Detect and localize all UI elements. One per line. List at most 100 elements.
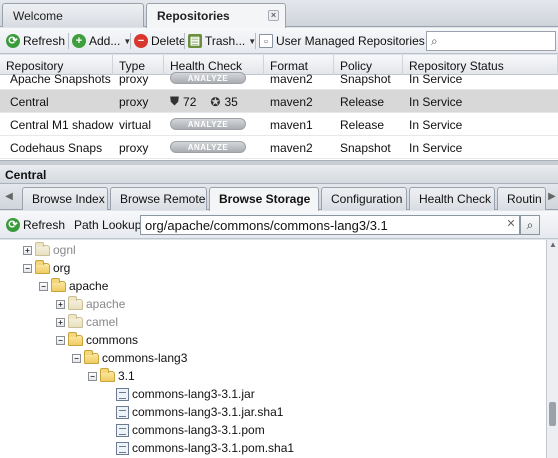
file-icon <box>116 387 129 401</box>
trash-button[interactable]: ▤ Trash... ▼ <box>188 32 256 50</box>
folder-icon <box>68 313 83 328</box>
refresh-icon: ⟳ <box>6 34 20 48</box>
tree-scrollbar[interactable]: ▲ <box>546 240 558 458</box>
delete-button[interactable]: − Delete <box>134 32 186 50</box>
tree-node-label: commons-lang3-3.1.jar <box>132 387 255 401</box>
tree-node-camel[interactable]: + camel <box>56 313 118 331</box>
tree-node-file[interactable]: commons-lang3-3.1.pom <box>116 421 265 439</box>
repository-policy: Release <box>340 118 385 132</box>
collapse-icon[interactable]: − <box>56 335 65 345</box>
tree-node-label: camel <box>86 315 119 329</box>
repository-search-input[interactable]: ⌕ <box>426 31 556 51</box>
expand-icon[interactable]: + <box>56 299 65 309</box>
scroll-up-icon[interactable]: ▲ <box>548 240 558 250</box>
repository-name: Central M1 shadow <box>10 118 114 132</box>
tree-node-apache-child[interactable]: + apache <box>56 295 125 313</box>
path-lookup-input[interactable]: org/apache/commons/commons-lang3/3.1 <box>140 215 520 235</box>
tree-node-apache[interactable]: − apache <box>39 277 108 295</box>
tab-browse-storage[interactable]: Browse Storage <box>209 187 319 211</box>
repositories-toolbar: ⟳ Refresh + Add... ▼ − Delete ▤ Trash...… <box>0 28 558 54</box>
repository-format: maven2 <box>270 141 313 155</box>
refresh-icon: ⟳ <box>6 218 20 232</box>
collapse-icon[interactable]: − <box>72 353 81 363</box>
tree-node-commons-lang3[interactable]: − commons-lang3 <box>72 349 187 367</box>
tree-node-label: commons <box>86 333 139 347</box>
repository-status: In Service <box>409 95 463 109</box>
repository-status: In Service <box>409 72 463 86</box>
analyze-button[interactable]: ANALYZE <box>170 72 246 84</box>
tab-repositories[interactable]: Repositories × <box>146 3 286 28</box>
repository-type: proxy <box>119 95 149 109</box>
search-icon: ⌕ <box>526 218 534 232</box>
close-icon[interactable]: × <box>268 10 279 21</box>
analyze-button[interactable]: ANALYZE <box>170 118 246 130</box>
folder-open-icon <box>84 349 99 364</box>
storage-toolbar: ⟳ Refresh Path Lookup: org/apache/common… <box>0 211 558 239</box>
tree-node-label: commons-lang3-3.1.pom.sha1 <box>132 441 295 455</box>
repository-type: proxy <box>119 72 149 86</box>
health-check-summary[interactable]: ⛊ 72 ✪ 35 <box>164 90 244 113</box>
refresh-button[interactable]: ⟳ Refresh <box>6 32 65 50</box>
delete-icon: − <box>134 34 148 48</box>
tree-node-label: commons-lang3-3.1.pom <box>132 423 265 437</box>
expand-icon[interactable]: + <box>23 245 32 255</box>
folder-open-icon <box>51 277 66 292</box>
table-row[interactable]: Apache Snapshots proxy ANALYZE maven2 Sn… <box>0 67 558 90</box>
repository-name: Codehaus Snaps <box>10 141 103 155</box>
license-badge-icon: ✪ <box>210 94 221 109</box>
tree-node-org[interactable]: − org <box>23 259 70 277</box>
repository-format: maven2 <box>270 95 313 109</box>
expand-icon[interactable]: + <box>56 317 65 327</box>
collapse-icon[interactable]: − <box>88 371 97 381</box>
tab-routing[interactable]: Routin <box>497 187 546 210</box>
table-row[interactable]: Central proxy ⛊ 72 ✪ 35 maven2 Release I… <box>0 90 558 113</box>
tree-node-ognl[interactable]: + ognl <box>23 241 76 259</box>
tree-node-commons[interactable]: − commons <box>56 331 138 349</box>
folder-icon <box>35 241 50 256</box>
tab-browse-remote[interactable]: Browse Remote <box>110 187 207 210</box>
tab-welcome-label: Welcome <box>13 9 63 23</box>
tab-scroll-left-icon[interactable]: ◀ <box>3 189 15 205</box>
add-icon: + <box>72 34 86 48</box>
repository-name: Apache Snapshots <box>10 72 111 86</box>
folder-open-icon <box>35 259 50 274</box>
clear-icon[interactable]: ✕ <box>505 218 517 230</box>
license-issue-count: 35 <box>224 94 238 109</box>
repository-policy: Release <box>340 95 385 109</box>
file-icon <box>116 441 129 455</box>
tree-node-file[interactable]: commons-lang3-3.1.pom.sha1 <box>116 439 294 457</box>
tree-node-version[interactable]: − 3.1 <box>88 367 135 385</box>
tree-node-file[interactable]: commons-lang3-3.1.jar.sha1 <box>116 403 283 421</box>
folder-open-icon <box>68 331 83 346</box>
tab-welcome[interactable]: Welcome <box>2 3 144 27</box>
add-button[interactable]: + Add... ▼ <box>72 32 131 50</box>
scrollbar-thumb[interactable] <box>549 402 556 426</box>
collapse-icon[interactable]: − <box>39 281 48 291</box>
table-row[interactable]: Codehaus Snaps proxy ANALYZE maven2 Snap… <box>0 136 558 159</box>
tab-health-check[interactable]: Health Check <box>409 187 495 210</box>
search-icon: ⌕ <box>431 34 438 48</box>
tab-repositories-label: Repositories <box>157 9 230 23</box>
storage-tree: + ognl − org − apache + apache + camel −… <box>0 240 546 458</box>
tab-configuration[interactable]: Configuration <box>321 187 407 210</box>
tree-node-label: ognl <box>53 243 76 257</box>
table-row[interactable]: Central M1 shadow virtual ANALYZE maven1… <box>0 113 558 136</box>
repository-type: proxy <box>119 141 149 155</box>
user-managed-repositories-button[interactable]: ▫ User Managed Repositories ▼ <box>259 32 436 50</box>
file-icon <box>116 405 129 419</box>
repository-type: virtual <box>119 118 152 132</box>
tree-node-file[interactable]: commons-lang3-3.1.jar <box>116 385 255 403</box>
tab-browse-index[interactable]: Browse Index <box>22 187 108 210</box>
refresh-label: Refresh <box>23 34 66 48</box>
tree-node-label: org <box>53 261 71 275</box>
storage-refresh-button[interactable]: ⟳ Refresh <box>6 216 65 234</box>
folder-open-icon <box>100 367 115 382</box>
repository-status: In Service <box>409 118 463 132</box>
collapse-icon[interactable]: − <box>23 263 32 273</box>
analyze-button[interactable]: ANALYZE <box>170 141 246 153</box>
security-issue-count: 72 <box>183 94 197 109</box>
search-button[interactable]: ⌕ <box>520 215 540 235</box>
repository-name: Central <box>10 95 49 109</box>
tab-scroll-right-icon[interactable]: ▶ <box>546 189 558 205</box>
delete-label: Delete <box>151 34 186 48</box>
